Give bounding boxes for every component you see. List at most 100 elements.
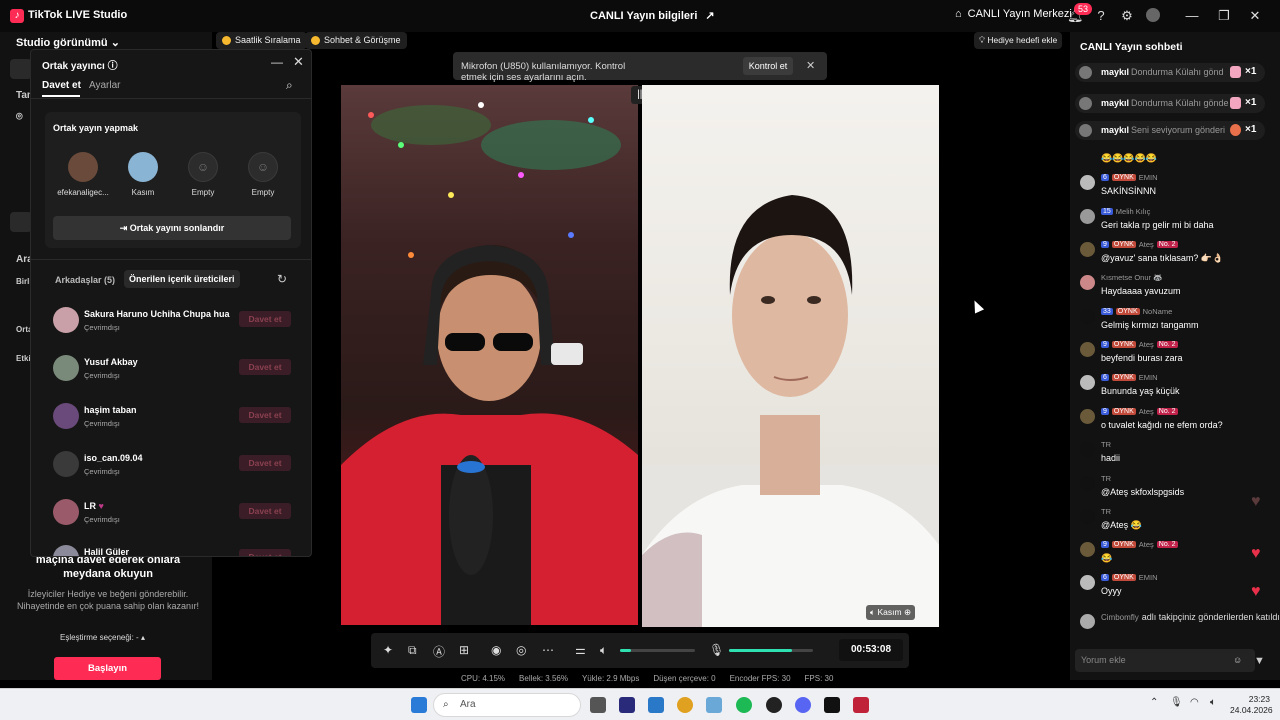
effects-icon[interactable]: ⧉: [408, 643, 417, 658]
speaker-icon[interactable]: 🔈︎: [600, 643, 607, 658]
invite-button[interactable]: Davet et: [239, 549, 291, 556]
tiktok-icon[interactable]: [824, 697, 840, 713]
avatar: [1080, 442, 1095, 457]
chat-user[interactable]: TR: [1101, 474, 1111, 483]
rank-badge: No. 2: [1156, 241, 1178, 248]
live-center-button[interactable]: ⌂ CANLI Yayın Merkezi: [955, 8, 1072, 20]
comment-input[interactable]: Yorum ekle ☺: [1075, 649, 1255, 672]
add-icon[interactable]: ⊕: [904, 607, 911, 617]
search-icon[interactable]: ⌕: [286, 78, 293, 93]
spotify-icon[interactable]: [736, 697, 752, 713]
close-icon[interactable]: ✕: [806, 59, 815, 72]
tab-settings[interactable]: Ayarlar: [89, 80, 121, 91]
close-icon[interactable]: ✕: [293, 54, 304, 70]
clock[interactable]: 23:23 24.04.2026: [1230, 694, 1273, 716]
maximize-icon[interactable]: ❐: [1216, 8, 1232, 24]
chat-user[interactable]: EMIN: [1139, 573, 1158, 582]
avatar: [53, 403, 79, 429]
more-icon[interactable]: ⋯: [542, 643, 554, 657]
invite-button[interactable]: Davet et: [239, 455, 291, 471]
chat-meet-tag[interactable]: Sohbet & Görüşme: [305, 32, 407, 49]
discord-icon[interactable]: [795, 697, 811, 713]
chat-user[interactable]: NoName: [1143, 307, 1173, 316]
check-button[interactable]: Kontrol et: [743, 57, 793, 75]
chat-user[interactable]: EMIN: [1139, 173, 1158, 182]
start-button[interactable]: Başlayın: [54, 657, 161, 680]
camera-icon[interactable]: ⌾: [16, 111, 23, 124]
windows-start-icon[interactable]: [411, 697, 427, 713]
speaker-icon[interactable]: 🔈︎: [870, 607, 875, 617]
after-effects-icon[interactable]: [619, 697, 635, 713]
hourly-ranking-tag[interactable]: Saatlik Sıralama: [216, 32, 307, 49]
help-icon[interactable]: ?: [1093, 8, 1109, 24]
chat-user[interactable]: Melih Kılıç: [1116, 207, 1151, 216]
fan-badge: OYNK: [1111, 341, 1136, 348]
live-info-button[interactable]: CANLI Yayın bilgileri ↗: [590, 9, 715, 23]
speaker-volume-slider[interactable]: [620, 649, 695, 652]
invite-button[interactable]: Davet et: [239, 407, 291, 423]
tab-invite[interactable]: Davet et: [42, 80, 81, 91]
chevron-up-icon[interactable]: ⌃: [1150, 697, 1158, 708]
match-option-label: Eşleştirme seçeneği: -: [60, 633, 139, 642]
gift-user: maykıl: [1101, 67, 1130, 77]
invite-button[interactable]: Davet et: [239, 359, 291, 375]
scene-button[interactable]: [10, 59, 32, 79]
app-icon[interactable]: [706, 697, 722, 713]
help-icon[interactable]: ⓘ: [108, 61, 118, 72]
chat-user[interactable]: TR: [1101, 507, 1111, 516]
heart-icon: ♥: [1251, 583, 1261, 600]
minimize-icon[interactable]: —: [1184, 8, 1200, 24]
match-option[interactable]: Eşleştirme seçeneği: - ▴: [60, 633, 145, 642]
chat-user[interactable]: Ateş: [1139, 540, 1154, 549]
focus-icon[interactable]: ◎: [516, 643, 526, 657]
magic-wand-icon[interactable]: ✦: [383, 643, 393, 657]
task-view-icon[interactable]: [590, 697, 606, 713]
live-info-label: CANLI Yayın bilgileri: [590, 9, 698, 22]
sliders-icon[interactable]: ⚌: [575, 643, 586, 657]
add-source-icon[interactable]: ⊞: [459, 643, 469, 657]
chat-user[interactable]: TR: [1101, 440, 1111, 449]
chat-user[interactable]: Kısmetse Onur 🦝: [1101, 273, 1162, 282]
chat-user[interactable]: EMIN: [1139, 373, 1158, 382]
invite-button[interactable]: Davet et: [239, 311, 291, 327]
share-icon[interactable]: ↗: [705, 9, 714, 22]
volume-icon[interactable]: 🔈︎: [1210, 697, 1216, 708]
guest-name-label[interactable]: 🔈︎ Kasım ⊕: [866, 605, 916, 620]
minimize-icon[interactable]: —: [271, 55, 283, 69]
studio-view-dropdown[interactable]: Studio görünümü ⌄: [16, 36, 120, 49]
end-cohost-button[interactable]: ⇥ Ortak yayını sonlandır: [53, 216, 291, 240]
mic-volume-slider[interactable]: [729, 649, 813, 652]
friend-row: Halil Güler Davet et: [53, 543, 293, 556]
cohost-slot[interactable]: ☺ Empty: [233, 152, 293, 197]
coin-icon: [311, 36, 320, 45]
mic-icon[interactable]: 🎙︎: [1170, 697, 1183, 708]
refresh-icon[interactable]: ↻: [277, 272, 287, 286]
avatar[interactable]: [1146, 8, 1160, 22]
chat-user[interactable]: Ateş: [1139, 340, 1154, 349]
cohost-slot[interactable]: Kasım: [113, 152, 173, 197]
wifi-icon[interactable]: ◠: [1190, 697, 1199, 708]
cohost-slot[interactable]: ☺ Empty: [173, 152, 233, 197]
gear-icon[interactable]: ⚙: [1119, 8, 1135, 24]
chat-user[interactable]: Ateş: [1139, 240, 1154, 249]
chat-user[interactable]: Ateş: [1139, 407, 1154, 416]
outlook-icon[interactable]: [648, 697, 664, 713]
emoji-icon[interactable]: ☺: [1233, 649, 1242, 672]
tab-suggested-creators[interactable]: Önerilen içerik üreticileri: [124, 270, 240, 288]
cohost-slot[interactable]: efekanaligec...: [53, 152, 113, 197]
source-button[interactable]: [10, 212, 32, 232]
mic-icon[interactable]: 🎙︎: [709, 643, 724, 657]
app-icon[interactable]: [766, 697, 782, 713]
close-icon[interactable]: ✕: [1247, 8, 1263, 24]
gift-goal-button[interactable]: 💡︎ Hediye hedefi ekle: [974, 32, 1063, 49]
avatar: [1080, 509, 1095, 524]
filter-icon[interactable]: ▼: [1254, 655, 1265, 667]
live-studio-icon[interactable]: [853, 697, 869, 713]
chrome-icon[interactable]: [677, 697, 693, 713]
taskbar-search-input[interactable]: ⌕ Ara: [433, 693, 581, 717]
encoder-fps-stat: Encoder FPS: 30: [729, 674, 791, 683]
ai-icon[interactable]: Ⓐ: [433, 643, 445, 660]
tab-friends[interactable]: Arkadaşlar (5): [55, 275, 115, 285]
record-icon[interactable]: ◉: [491, 643, 501, 657]
invite-button[interactable]: Davet et: [239, 503, 291, 519]
